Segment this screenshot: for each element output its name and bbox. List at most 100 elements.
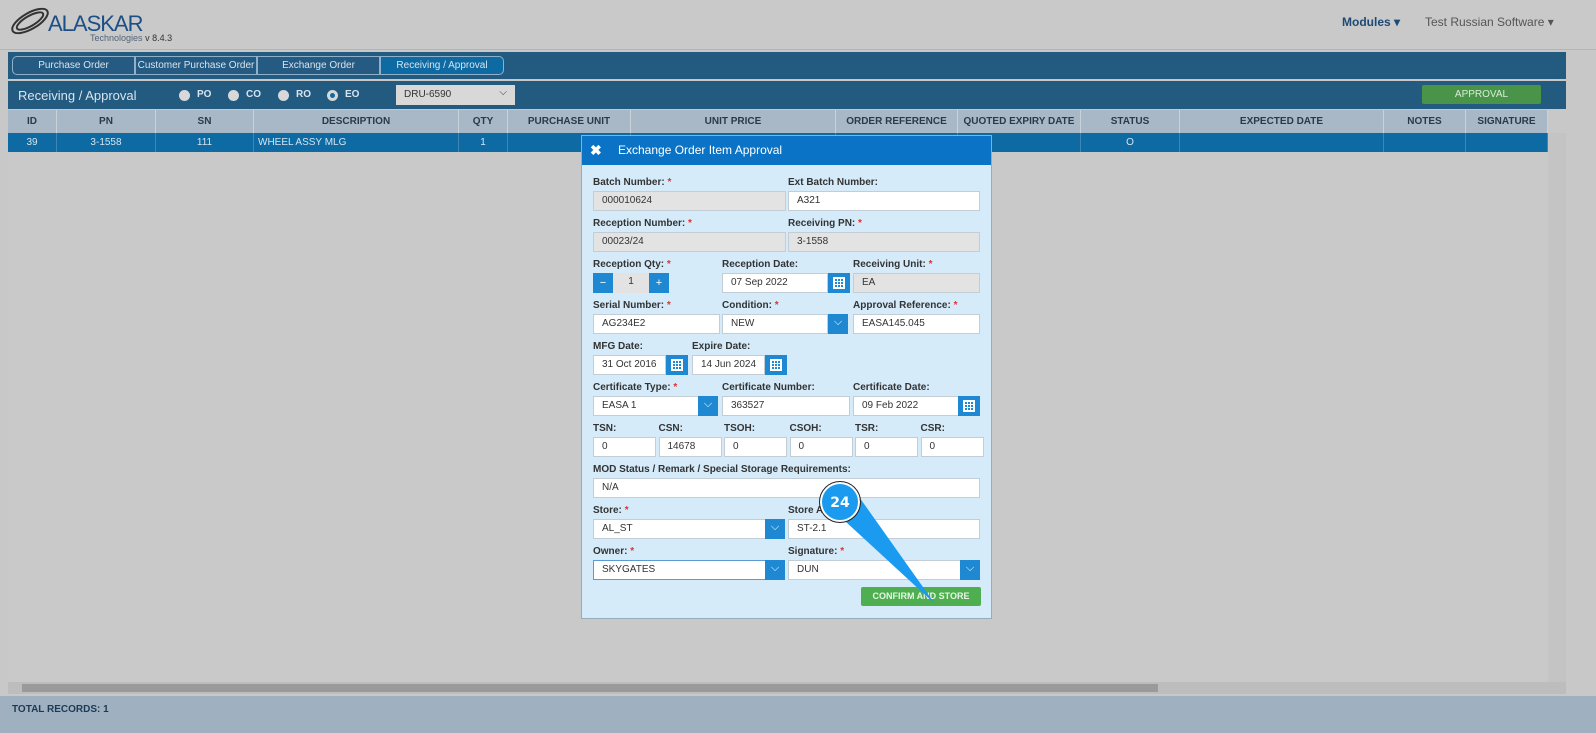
- table-cell: WHEEL ASSY MLG: [254, 133, 459, 152]
- user-menu[interactable]: Test Russian Software ▾: [1425, 15, 1554, 29]
- column-header[interactable]: EXPECTED DATE: [1180, 110, 1384, 133]
- certificate-number-field[interactable]: 363527: [722, 396, 850, 416]
- condition-label: Condition: *: [722, 300, 779, 311]
- counter-label: CSOH:: [789, 423, 822, 434]
- approval-button[interactable]: APPROVAL: [1422, 85, 1541, 104]
- condition-field[interactable]: NEW: [722, 314, 828, 334]
- tab-customer-purchase-order[interactable]: Customer Purchase Order: [135, 56, 257, 75]
- radio-co[interactable]: [228, 90, 239, 101]
- step-callout: 24: [819, 481, 935, 604]
- column-header[interactable]: DESCRIPTION: [254, 110, 459, 133]
- counter-label: TSN:: [593, 423, 617, 434]
- calendar-icon[interactable]: [958, 396, 980, 416]
- table-cell: 3-1558: [57, 133, 156, 152]
- chevron-down-icon[interactable]: ⌵: [765, 560, 785, 580]
- receiving-pn-field[interactable]: 3-1558: [788, 232, 980, 252]
- chevron-down-icon: ⌵: [499, 87, 507, 98]
- owner-label: Owner: *: [593, 546, 635, 557]
- counter-label: TSOH:: [724, 423, 756, 434]
- callout-number: 24: [830, 495, 850, 511]
- approval-reference-field[interactable]: EASA145.045: [853, 314, 980, 334]
- modules-menu[interactable]: Modules ▾: [1342, 15, 1400, 29]
- column-header[interactable]: PN: [57, 110, 156, 133]
- radio-co-label: CO: [246, 89, 261, 100]
- counter-field-csr[interactable]: 0: [920, 437, 984, 457]
- serial-number-field[interactable]: AG234E2: [593, 314, 720, 334]
- vertical-scrollbar[interactable]: [1548, 133, 1566, 682]
- column-header[interactable]: NOTES: [1384, 110, 1466, 133]
- column-header[interactable]: PURCHASE UNIT: [508, 110, 631, 133]
- column-header[interactable]: UNIT PRICE: [631, 110, 836, 133]
- reception-qty-field[interactable]: 1: [613, 273, 649, 293]
- alaskar-logo-icon: [11, 7, 49, 35]
- counter-field-csoh[interactable]: 0: [789, 437, 853, 457]
- column-header[interactable]: STATUS: [1081, 110, 1180, 133]
- chevron-down-icon[interactable]: ⌵: [698, 396, 718, 416]
- certificate-type-label: Certificate Type: *: [593, 382, 678, 393]
- scrollbar-thumb[interactable]: [22, 684, 1158, 692]
- calendar-icon[interactable]: [666, 355, 688, 375]
- receiving-unit-field[interactable]: EA: [853, 273, 980, 293]
- radio-eo-label: EO: [345, 89, 360, 100]
- counter-field-csn[interactable]: 14678: [658, 437, 722, 457]
- column-header[interactable]: SN: [156, 110, 254, 133]
- certificate-type-field[interactable]: EASA 1: [593, 396, 699, 416]
- column-header[interactable]: QTY: [459, 110, 508, 133]
- expire-date-field[interactable]: 14 Jun 2024: [692, 355, 765, 375]
- table-cell: 1: [459, 133, 508, 152]
- counter-field-tsn[interactable]: 0: [593, 437, 656, 457]
- batch-number-field[interactable]: 000010624: [593, 191, 786, 211]
- chevron-down-icon[interactable]: ⌵: [960, 560, 980, 580]
- horizontal-scrollbar[interactable]: [8, 682, 1566, 694]
- table-cell: O: [1081, 133, 1180, 152]
- tab-receiving-approval[interactable]: Receiving / Approval: [380, 56, 504, 75]
- mod-status-label: MOD Status / Remark / Special Storage Re…: [593, 464, 851, 475]
- serial-number-label: Serial Number: *: [593, 300, 671, 311]
- module-tabs: Purchase Order Customer Purchase Order E…: [8, 52, 1566, 79]
- calendar-icon[interactable]: [828, 273, 850, 293]
- table-cell: [1384, 133, 1466, 152]
- chevron-down-icon[interactable]: ⌵: [828, 314, 848, 334]
- table-cell: [1466, 133, 1548, 152]
- total-records: TOTAL RECORDS: 1: [0, 696, 1596, 733]
- counter-label: CSR:: [920, 423, 945, 434]
- dialog-header: ✖ Exchange Order Item Approval: [582, 136, 991, 165]
- ext-batch-number-label: Ext Batch Number:: [788, 177, 879, 188]
- reception-number-field[interactable]: 00023/24: [593, 232, 786, 252]
- radio-ro[interactable]: [278, 90, 289, 101]
- counter-field-tsr[interactable]: 0: [855, 437, 918, 457]
- chevron-down-icon[interactable]: ⌵: [765, 519, 785, 539]
- column-header[interactable]: QUOTED EXPIRY DATE: [958, 110, 1081, 133]
- decrement-button[interactable]: −: [593, 273, 613, 293]
- reception-date-field[interactable]: 07 Sep 2022: [722, 273, 828, 293]
- owner-field[interactable]: SKYGATES: [593, 560, 766, 580]
- reception-qty-label: Reception Qty: *: [593, 259, 671, 270]
- counter-label: TSR:: [855, 423, 879, 434]
- mfg-date-field[interactable]: 31 Oct 2016: [593, 355, 666, 375]
- counter-field-tsoh[interactable]: 0: [724, 437, 787, 457]
- certificate-date-field[interactable]: 09 Feb 2022: [853, 396, 959, 416]
- batch-number-label: Batch Number: *: [593, 177, 672, 188]
- store-label: Store: *: [593, 505, 629, 516]
- calendar-icon[interactable]: [765, 355, 787, 375]
- store-field[interactable]: AL_ST: [593, 519, 766, 539]
- reception-number-label: Reception Number: *: [593, 218, 692, 229]
- close-icon[interactable]: ✖: [590, 136, 602, 165]
- column-header[interactable]: ORDER REFERENCE: [836, 110, 958, 133]
- receiving-pn-label: Receiving PN: *: [788, 218, 862, 229]
- order-select[interactable]: DRU-6590 ⌵: [396, 85, 515, 105]
- ext-batch-number-field[interactable]: A321: [788, 191, 980, 211]
- increment-button[interactable]: +: [649, 273, 669, 293]
- column-header[interactable]: ID: [8, 110, 57, 133]
- reception-date-label: Reception Date:: [722, 259, 799, 270]
- certificate-number-label: Certificate Number:: [722, 382, 815, 393]
- table-cell: [1180, 133, 1384, 152]
- radio-po[interactable]: [179, 90, 190, 101]
- radio-eo[interactable]: [327, 90, 338, 101]
- tab-exchange-order[interactable]: Exchange Order: [257, 56, 380, 75]
- approval-reference-label: Approval Reference: *: [853, 300, 958, 311]
- tab-purchase-order[interactable]: Purchase Order: [12, 56, 135, 75]
- logo-subtitle: Technologies v 8.4.3: [90, 33, 173, 43]
- column-header[interactable]: SIGNATURE: [1466, 110, 1548, 133]
- table-cell: 111: [156, 133, 254, 152]
